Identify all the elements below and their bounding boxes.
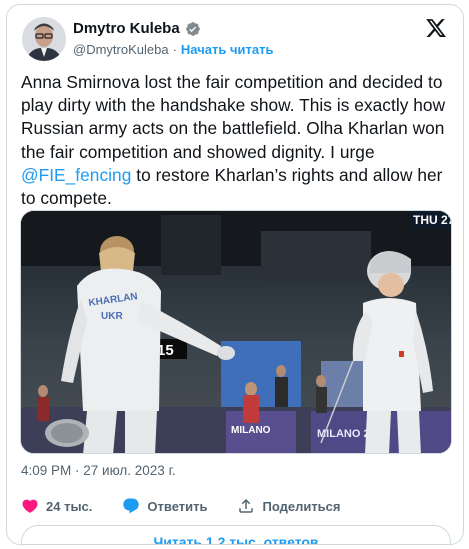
handle-row: @DmytroKuleba · Начать читать [73,42,273,57]
share-label: Поделиться [262,498,341,514]
author-handle[interactable]: @DmytroKuleba [73,42,169,57]
author-name[interactable]: Dmytro Kuleba [73,20,180,37]
read-replies-button[interactable]: Читать 1,2 тыс. ответов [21,525,451,544]
like-count: 24 тыс. [46,498,93,514]
reply-label: Ответить [147,498,208,514]
avatar-image [22,17,66,61]
like-button[interactable]: 24 тыс. [21,497,92,515]
share-icon [239,498,254,513]
author-name-row: Dmytro Kuleba [73,20,201,37]
jacket-country: UKR [101,311,123,322]
mention-link[interactable]: @FIE_fencing [21,165,131,185]
tweet-photo[interactable]: THU 27 15 MILANO MILANO 2023 KHARLAN UKR [20,210,452,454]
heart-icon [22,499,38,513]
share-button[interactable]: Поделиться [237,497,341,515]
tweet-text: Anna Smirnova lost the fair competition … [21,71,453,210]
tweet-card: Dmytro Kuleba @DmytroKuleba · Начать чит… [6,4,464,545]
fencing-photo: THU 27 15 MILANO MILANO 2023 KHARLAN UKR [21,211,452,453]
reply-button[interactable]: Ответить [122,497,207,515]
tweet-text-before: Anna Smirnova lost the fair competition … [21,72,446,162]
tweet-timestamp[interactable]: 4:09 PM · 27 июл. 2023 г. [21,463,176,478]
x-logo-icon[interactable] [425,17,447,39]
action-bar: 24 тыс. Ответить Поделиться [21,497,371,515]
verified-badge-icon [185,21,200,36]
reply-icon [123,498,140,514]
avatar[interactable] [22,17,66,61]
separator: · [172,42,177,57]
scoreboard-text: THU 27 [413,213,452,227]
banner-milano-1: MILANO [231,425,271,436]
follow-button[interactable]: Начать читать [181,42,274,57]
